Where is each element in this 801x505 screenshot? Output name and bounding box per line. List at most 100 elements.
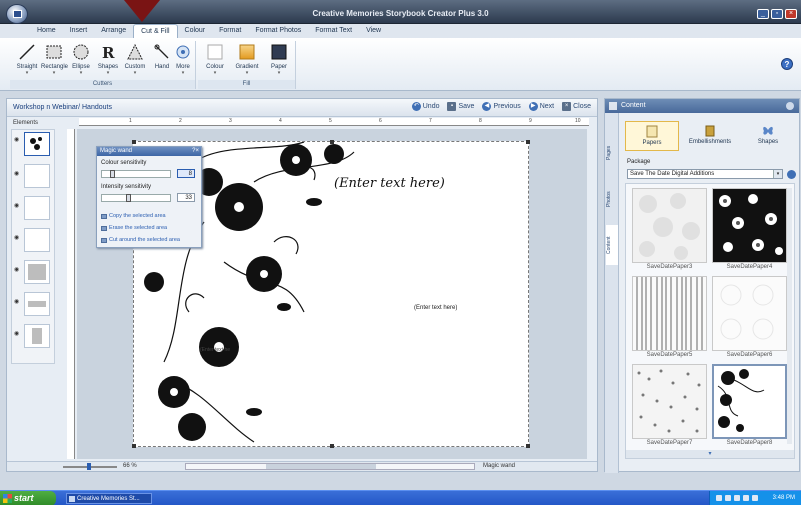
resize-handle[interactable]: [330, 140, 334, 144]
paper-tile[interactable]: [632, 364, 707, 439]
panel-pin-icon[interactable]: [786, 102, 794, 110]
tab-view[interactable]: View: [359, 24, 388, 38]
save-icon: ▪: [447, 102, 457, 111]
tab-format-text[interactable]: Format Text: [308, 24, 359, 38]
panel-close-icon[interactable]: ?×: [192, 148, 199, 154]
tray-icon[interactable]: [752, 495, 758, 501]
rectangle-button[interactable]: Rectangle ▾: [41, 43, 68, 76]
undo-button[interactable]: ↶ Undo: [411, 102, 439, 111]
close-window-button[interactable]: ×: [785, 9, 797, 19]
visibility-eye-icon[interactable]: ◉: [14, 170, 20, 177]
paper-tile[interactable]: [632, 276, 707, 351]
start-button[interactable]: start: [0, 491, 56, 505]
paper-tile-selected[interactable]: [712, 364, 787, 439]
resize-handle[interactable]: [132, 140, 136, 144]
gray-block: [32, 328, 42, 344]
copy-selected-area-link[interactable]: Copy the selected area: [101, 213, 166, 219]
fill-group-label: Fill: [198, 80, 295, 89]
resize-handle[interactable]: [526, 444, 530, 448]
tray-icon[interactable]: [743, 495, 749, 501]
next-button[interactable]: ▶ Next: [528, 102, 554, 111]
save-button[interactable]: ▪ Save: [447, 102, 474, 111]
help-icon[interactable]: ?: [781, 58, 793, 70]
element-thumbnail[interactable]: [24, 164, 50, 188]
element-thumbnail[interactable]: [24, 260, 50, 284]
slider-knob[interactable]: [110, 170, 115, 178]
paper-tile[interactable]: [632, 188, 707, 263]
shapes-button[interactable]: R Shapes ▾: [95, 43, 121, 76]
breadcrumb[interactable]: Workshop n Webinar/ Handouts: [13, 104, 112, 111]
erase-selected-area-link[interactable]: Erase the selected area: [101, 225, 167, 231]
grid-scroll-indicator[interactable]: ▾: [626, 450, 794, 458]
tab-insert[interactable]: Insert: [63, 24, 95, 38]
title-bar: Creative Memories Storybook Creator Plus…: [0, 0, 801, 24]
script-text-placeholder[interactable]: (Enter text here): [334, 176, 445, 191]
zoom-slider-knob[interactable]: [87, 463, 91, 470]
close-button[interactable]: × Close: [562, 102, 591, 111]
visibility-eye-icon[interactable]: ◉: [14, 234, 20, 241]
tray-icon[interactable]: [734, 495, 740, 501]
minimize-button[interactable]: _: [757, 9, 769, 19]
intensity-sensitivity-label: Intensity sensitivity: [101, 184, 152, 190]
paper-tile[interactable]: [712, 188, 787, 263]
intensity-sensitivity-slider[interactable]: [101, 194, 171, 202]
element-thumbnail[interactable]: [24, 292, 50, 316]
tab-shapes[interactable]: Shapes: [741, 121, 795, 151]
visibility-eye-icon[interactable]: ◉: [14, 330, 20, 337]
visibility-eye-icon[interactable]: ◉: [14, 298, 20, 305]
colour-sensitivity-slider[interactable]: [101, 170, 171, 178]
tab-home[interactable]: Home: [30, 24, 63, 38]
custom-button[interactable]: Custom ▾: [122, 43, 148, 76]
element-thumbnail[interactable]: [24, 132, 50, 156]
resize-handle[interactable]: [132, 444, 136, 448]
close-icon: ×: [562, 102, 572, 111]
visibility-eye-icon[interactable]: ◉: [14, 136, 20, 143]
side-tab-pages[interactable]: Pages: [606, 133, 618, 173]
element-thumbnail[interactable]: [24, 196, 50, 220]
tab-embellishments[interactable]: Embellishments: [683, 121, 737, 151]
slider-knob[interactable]: [126, 194, 131, 202]
svg-text:R: R: [102, 44, 115, 61]
visibility-eye-icon[interactable]: ◉: [14, 266, 20, 273]
tab-format-photos[interactable]: Format Photos: [248, 24, 308, 38]
gradient-fill-button[interactable]: Gradient ▾: [234, 43, 260, 76]
previous-button[interactable]: ◀ Previous: [482, 102, 521, 111]
element-thumbnail[interactable]: [24, 324, 50, 348]
tray-icon[interactable]: [725, 495, 731, 501]
resize-handle[interactable]: [526, 140, 530, 144]
ellipse-button[interactable]: Ellipse ▾: [68, 43, 94, 76]
tab-papers[interactable]: Papers: [625, 121, 679, 151]
gray-block: [28, 301, 46, 307]
taskbar-app-item[interactable]: Creative Memories St...: [66, 493, 152, 504]
intensity-sensitivity-input[interactable]: 33: [177, 193, 195, 202]
scrollbar-thumb[interactable]: [266, 464, 376, 469]
custom-shape-icon: [127, 43, 143, 60]
small-text-placeholder[interactable]: (Enter text he: [200, 347, 230, 353]
restore-button[interactable]: ▫: [771, 9, 783, 19]
colour-fill-button[interactable]: Colour ▾: [202, 43, 228, 76]
side-tab-content[interactable]: Content: [606, 225, 618, 265]
tab-cut-and-fill[interactable]: Cut & Fill: [133, 24, 178, 38]
straight-button[interactable]: Straight ▾: [14, 43, 40, 76]
side-tab-photos[interactable]: Photos: [606, 179, 618, 219]
text-placeholder[interactable]: (Enter text here): [414, 305, 457, 311]
tab-colour[interactable]: Colour: [178, 24, 213, 38]
horizontal-scrollbar[interactable]: [185, 463, 475, 470]
paper-tile[interactable]: [712, 276, 787, 351]
package-go-icon[interactable]: [787, 170, 796, 179]
more-button[interactable]: More ▾: [170, 43, 196, 76]
tray-icon[interactable]: [716, 495, 722, 501]
scissors-icon: [101, 237, 107, 243]
vertical-scrollbar[interactable]: [787, 188, 792, 444]
tab-format[interactable]: Format: [212, 24, 248, 38]
paper-fill-button[interactable]: Paper ▾: [266, 43, 292, 76]
vertical-ruler: [67, 129, 75, 459]
visibility-eye-icon[interactable]: ◉: [14, 202, 20, 209]
package-select[interactable]: Save The Date Digital Additions ▾: [627, 169, 783, 179]
workspace-footer: 66 % Magic wand: [7, 461, 597, 471]
colour-sensitivity-input[interactable]: 8: [177, 169, 195, 178]
tab-arrange[interactable]: Arrange: [94, 24, 133, 38]
element-thumbnail[interactable]: [24, 228, 50, 252]
resize-handle[interactable]: [330, 444, 334, 448]
cut-around-selected-area-link[interactable]: Cut around the selected area: [101, 237, 180, 243]
